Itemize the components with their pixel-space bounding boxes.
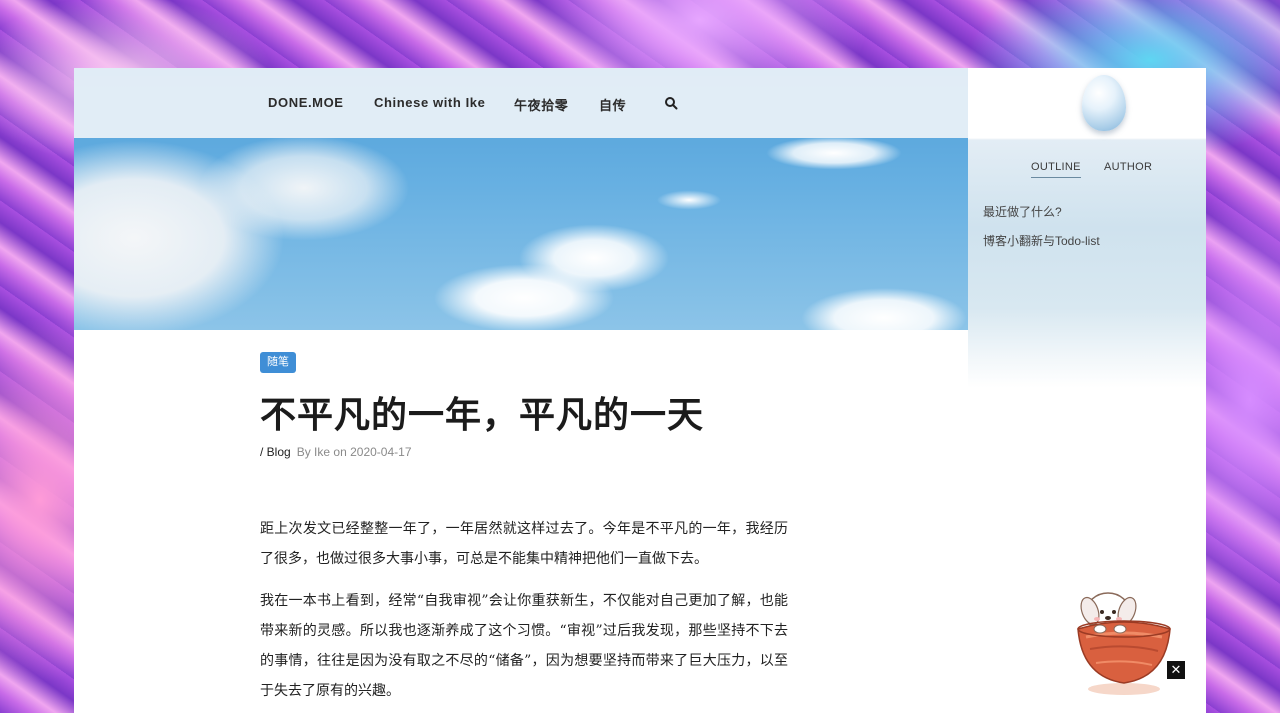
paragraph: 我在一本书上看到，经常“自我审视”会让你重获新生，不仅能对自己更加了解，也能带来…: [260, 593, 788, 699]
category-badge[interactable]: 随笔: [260, 352, 296, 373]
close-mascot-button[interactable]: ✕: [1167, 661, 1185, 679]
post-body: 距上次发文已经整整一年了，一年居然就这样过去了。今年是不平凡的一年，我经历了很多…: [260, 514, 788, 713]
by-label: By: [296, 445, 311, 459]
tab-outline[interactable]: OUTLINE: [1031, 161, 1081, 178]
author-name[interactable]: Ike: [314, 445, 330, 459]
breadcrumb-blog[interactable]: / Blog: [260, 445, 291, 459]
nav-item-midnight[interactable]: 午夜拾零: [514, 95, 568, 114]
paragraph: 距上次发文已经整整一年了，一年居然就这样过去了。今年是不平凡的一年，我经历了很多…: [260, 521, 788, 567]
top-navigation-bar: DONE.MOE Chinese with Ike 午夜拾零 自传: [74, 68, 968, 138]
nav-item-chinese-with-ike[interactable]: Chinese with Ike: [374, 95, 485, 110]
outline-item-blog-refresh[interactable]: 博客小翻新与Todo-list: [983, 232, 1100, 249]
dog-in-bowl-mascot-icon[interactable]: [1066, 585, 1176, 697]
tab-author[interactable]: AUTHOR: [1104, 161, 1152, 173]
on-label: on: [333, 445, 347, 459]
egg-avatar-icon[interactable]: [1082, 75, 1126, 131]
post-title: 不平凡的一年，平凡的一天: [260, 394, 705, 435]
post-meta: / Blog By Ike on 2020-04-17: [260, 445, 412, 459]
nav-item-autobiography[interactable]: 自传: [599, 95, 626, 114]
search-icon[interactable]: [664, 96, 678, 110]
outline-item-recent[interactable]: 最近做了什么?: [983, 203, 1062, 220]
page-card: DONE.MOE Chinese with Ike 午夜拾零 自传 OUTLIN…: [74, 68, 1206, 713]
post-date: 2020-04-17: [350, 445, 412, 459]
nav-item-home[interactable]: DONE.MOE: [268, 95, 344, 110]
